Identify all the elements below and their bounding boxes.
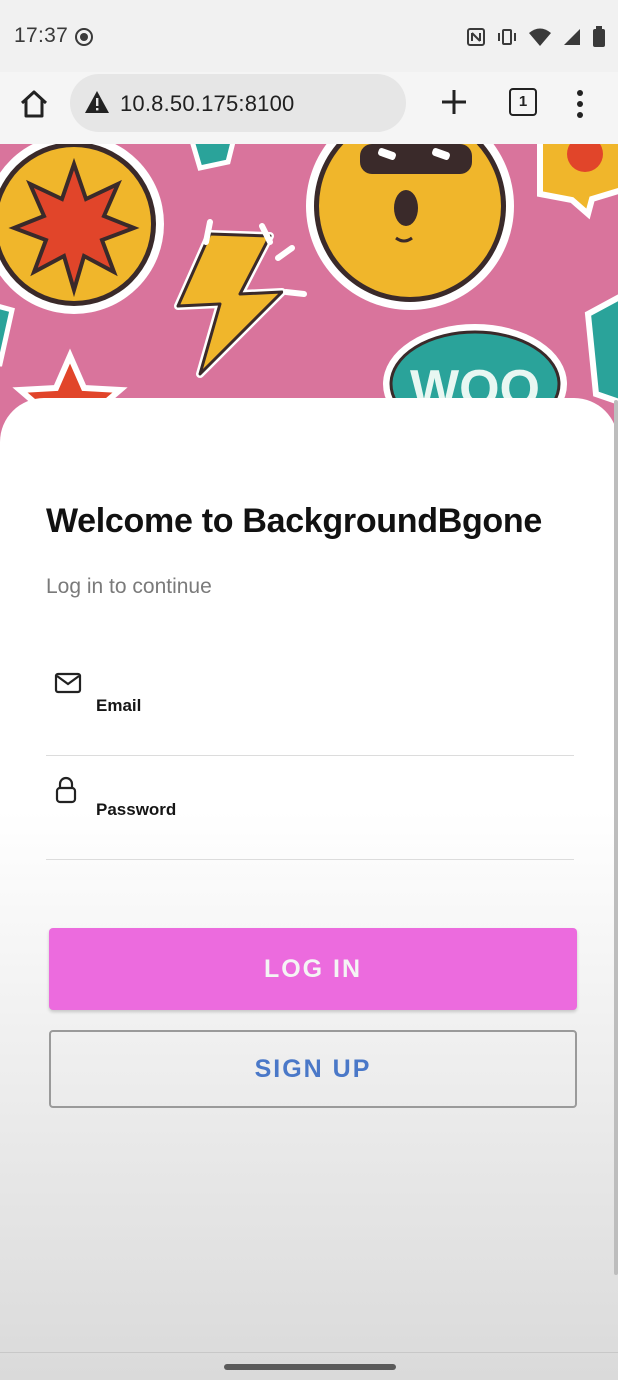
wifi-icon xyxy=(528,27,552,52)
scrollbar[interactable] xyxy=(614,400,618,1275)
password-input[interactable] xyxy=(96,822,570,854)
page-title: Welcome to BackgroundBgone xyxy=(46,502,542,540)
signal-icon xyxy=(562,27,582,52)
address-bar[interactable]: 10.8.50.175:8100 xyxy=(70,74,406,132)
status-icons xyxy=(466,26,606,53)
browser-toolbar: 10.8.50.175:8100 1 xyxy=(0,72,618,144)
lock-icon xyxy=(54,776,78,809)
email-label: Email xyxy=(96,696,142,715)
status-time: 17:37 xyxy=(14,24,69,47)
battery-icon xyxy=(592,26,606,53)
warning-icon[interactable] xyxy=(84,90,110,119)
login-button[interactable]: LOG IN xyxy=(49,928,577,1010)
email-field[interactable]: Email xyxy=(46,656,574,756)
email-underline xyxy=(46,755,574,756)
plus-icon[interactable] xyxy=(440,88,468,116)
status-bar: 17:37 xyxy=(0,0,618,72)
nfc-icon xyxy=(466,27,486,52)
login-card: Welcome to BackgroundBgone Log in to con… xyxy=(0,398,618,1380)
tabs-icon[interactable]: 1 xyxy=(509,88,537,116)
vibrate-icon xyxy=(496,27,518,52)
password-field[interactable]: Password xyxy=(46,760,574,860)
password-underline xyxy=(46,859,574,860)
mail-icon xyxy=(54,672,82,699)
home-icon[interactable] xyxy=(18,88,52,122)
page-subtitle: Log in to continue xyxy=(46,575,212,598)
signup-button[interactable]: SIGN UP xyxy=(49,1030,577,1108)
url-text: 10.8.50.175:8100 xyxy=(120,91,295,116)
screen-record-icon xyxy=(74,27,94,52)
home-indicator[interactable] xyxy=(224,1364,396,1370)
menu-icon[interactable] xyxy=(570,88,590,120)
password-label: Password xyxy=(96,800,177,819)
email-input[interactable] xyxy=(96,718,570,750)
nav-divider xyxy=(0,1352,618,1353)
